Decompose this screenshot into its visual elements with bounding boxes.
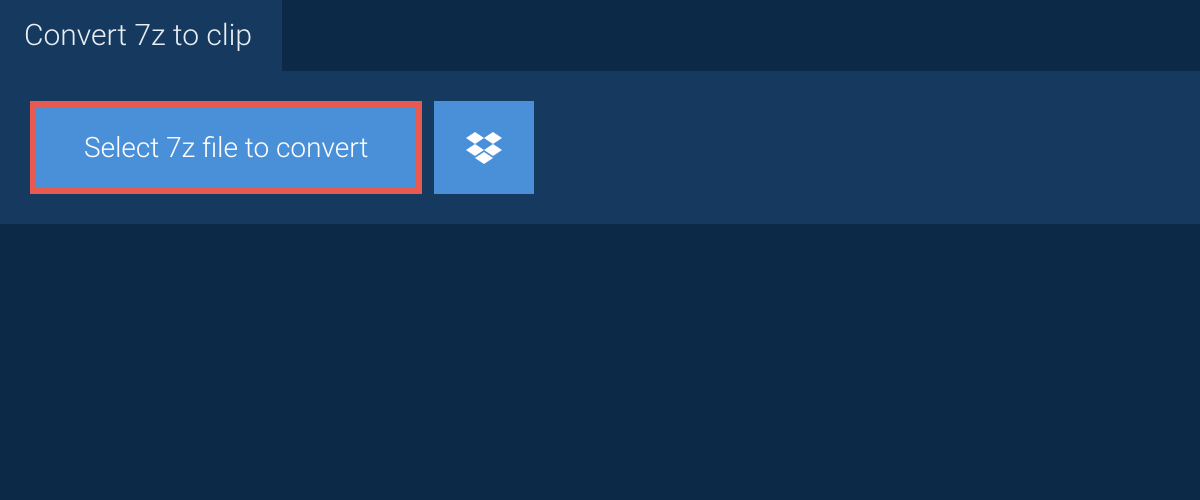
dropbox-icon [466,132,502,164]
conversion-tab: Convert 7z to clip [0,0,282,71]
button-row: Select 7z file to convert [30,101,1170,194]
conversion-panel: Select 7z file to convert [0,71,1200,224]
select-file-label: Select 7z file to convert [84,131,368,164]
tab-title: Convert 7z to clip [24,18,252,53]
dropbox-button[interactable] [434,101,534,194]
select-file-button[interactable]: Select 7z file to convert [30,101,422,194]
